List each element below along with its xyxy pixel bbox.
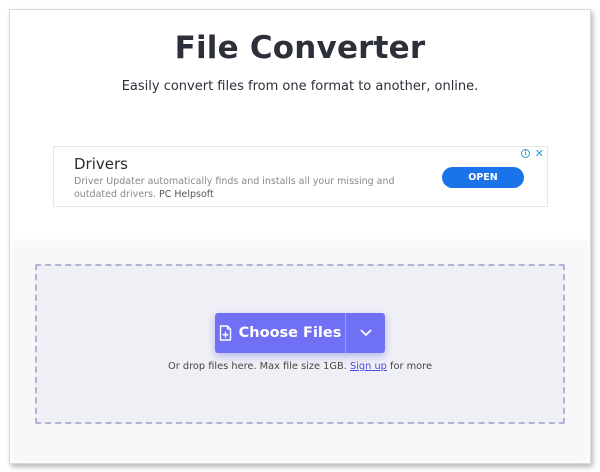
page-frame: File Converter Easily convert files from… — [9, 9, 591, 464]
drop-hint-text: Or drop files here. Max file size 1GB. — [168, 361, 347, 372]
upload-card: Choose Files Or drop files here. Max fil… — [14, 242, 587, 460]
ad-title[interactable]: Drivers — [74, 155, 128, 173]
choose-files-label: Choose Files — [238, 325, 342, 341]
page-subtitle: Easily convert files from one format to … — [121, 79, 479, 94]
choose-files-group: Choose Files — [215, 313, 385, 353]
page-title: File Converter — [174, 30, 426, 66]
ad-description: Driver Updater automatically finds and i… — [74, 175, 414, 201]
choose-source-dropdown[interactable] — [346, 313, 385, 353]
signup-link[interactable]: Sign up — [350, 361, 387, 372]
file-add-icon — [219, 325, 231, 341]
adchoices-icon[interactable]: i — [521, 149, 530, 158]
ad-banner[interactable]: Drivers Driver Updater automatically fin… — [53, 146, 548, 207]
ad-description-text: Driver Updater automatically finds and i… — [74, 176, 395, 200]
close-icon[interactable]: ✕ — [535, 147, 544, 160]
chevron-down-icon — [360, 329, 371, 336]
drop-hint-more: for more — [390, 361, 432, 372]
ad-open-button[interactable]: OPEN — [442, 167, 524, 188]
ad-brand: PC Helpsoft — [158, 189, 214, 200]
choose-files-button[interactable]: Choose Files — [215, 313, 345, 353]
file-dropzone[interactable]: Choose Files Or drop files here. Max fil… — [35, 264, 565, 424]
drop-hint: Or drop files here. Max file size 1GB. S… — [37, 361, 563, 372]
